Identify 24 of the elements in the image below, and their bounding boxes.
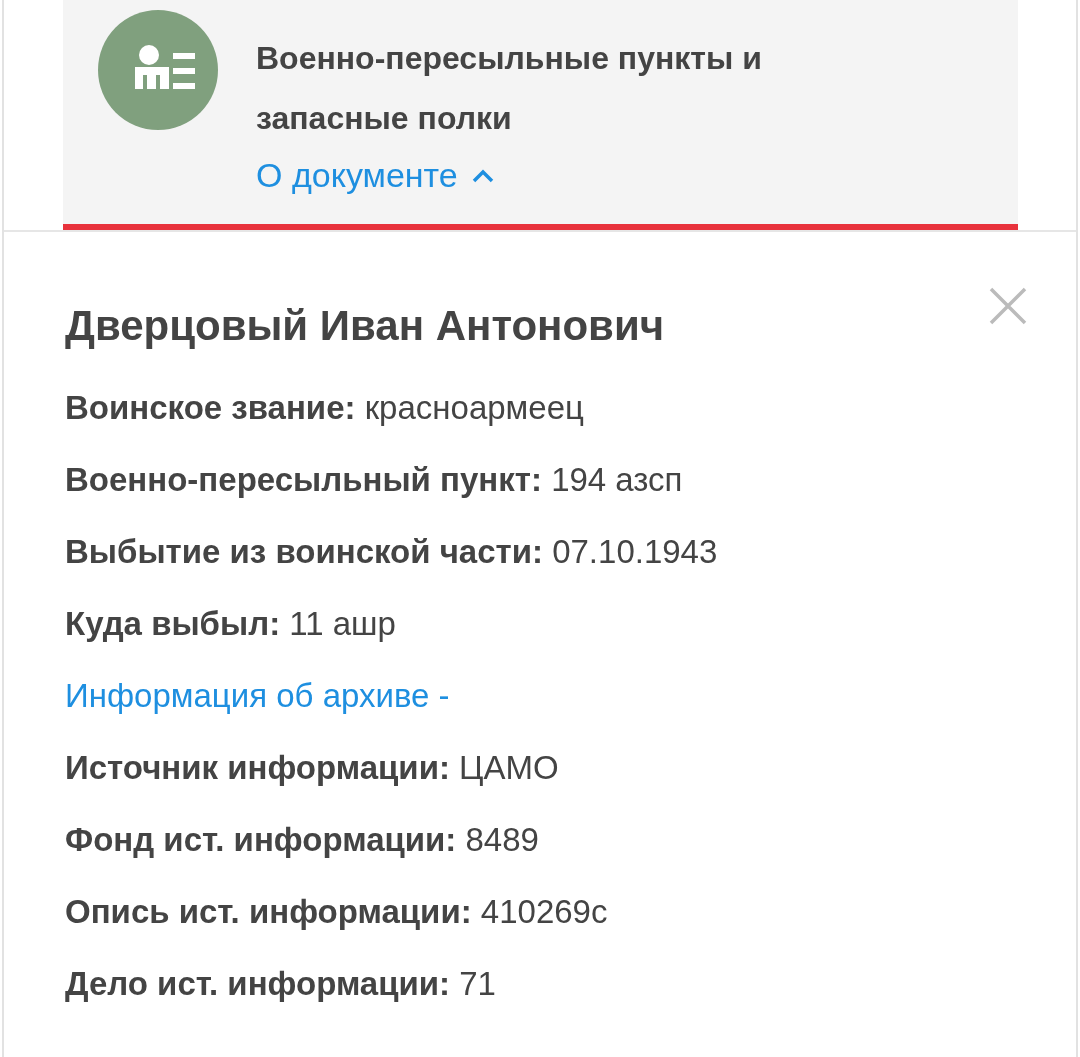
field-label: Военно-пересыльный пункт: xyxy=(65,461,542,498)
close-button[interactable] xyxy=(988,286,1028,326)
field-label: Опись ист. информации: xyxy=(65,893,472,930)
field-value: красноармеец xyxy=(364,389,584,426)
close-icon xyxy=(988,286,1028,326)
chevron-icon xyxy=(471,168,494,183)
field-label: Фонд ист. информации: xyxy=(65,821,457,858)
field-value: 07.10.1943 xyxy=(552,533,718,570)
field-value: 11 ашр xyxy=(289,605,396,642)
document-person-icon xyxy=(98,10,218,130)
field-label: Источник информации: xyxy=(65,749,450,786)
about-document-link[interactable]: О документе xyxy=(256,156,494,195)
person-name: Дверцовый Иван Антонович xyxy=(65,301,666,351)
field-label: Выбытие из воинской части: xyxy=(65,533,543,570)
field-label: Куда выбыл: xyxy=(65,605,281,642)
field-label: Воинское звание: xyxy=(65,389,356,426)
field-value: 194 азсп xyxy=(551,461,683,498)
field-label: Дело ист. информации: xyxy=(65,965,451,1002)
field-value: 410269с xyxy=(480,893,608,930)
field-value: ЦАМО xyxy=(459,749,559,786)
field-value: 8489 xyxy=(465,821,539,858)
archive-info-link[interactable]: Информация об архиве - xyxy=(65,677,450,714)
document-title: Военно-пересыльные пункты и запасные полки xyxy=(256,39,763,138)
field-value: 71 xyxy=(459,965,496,1002)
